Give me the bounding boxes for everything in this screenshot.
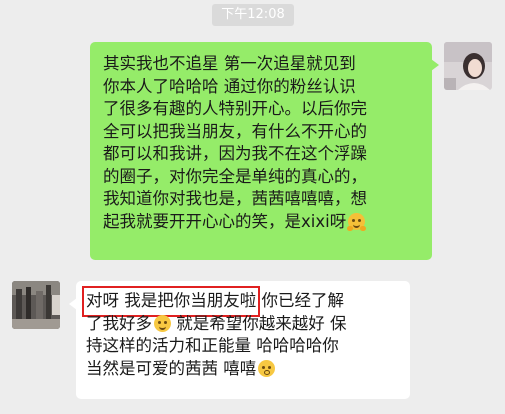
message-line: 持这样的活力和正能量 哈哈哈哈你 (86, 336, 339, 355)
message-timestamp: 下午12:08 (212, 4, 294, 26)
outgoing-message-bubble[interactable]: 其实我也不追星 第一次追星就见到 你本人了哈哈哈 通过你的粉丝认识 了很多有趣的… (90, 42, 439, 260)
message-line: 我知道你对我也是，茜茜嘻嘻嘻，想 (103, 189, 367, 208)
highlighted-text: 对呀 我是把你当朋友啦 (81, 286, 261, 317)
my-avatar[interactable] (444, 42, 492, 90)
hugging-face-icon (347, 212, 367, 231)
message-line-last: 起我就要开开心心的笑，是xixi呀 (103, 211, 418, 234)
contact-avatar[interactable] (12, 281, 60, 329)
message-line: 的圈子，对你完全是单纯的真心的， (103, 166, 367, 186)
message-line: 全可以把我当朋友，有什么不开心的 (103, 121, 367, 141)
message-line-text: 了我好多 (86, 313, 152, 333)
message-line-text: 就是希望你越来越好 保 (176, 313, 347, 333)
shy-face-icon (258, 359, 276, 377)
incoming-message-bubble[interactable]: 对呀 我是把你当朋友啦 你已经了解 了我好多 就是希望你越来越好 保 持这样的活… (69, 281, 410, 399)
message-line: 其实我也不追星 第一次追星就见到 (103, 54, 356, 73)
message-line: 对呀 我是把你当朋友啦 你已经了解 (81, 286, 398, 317)
message-line: 了我好多 就是希望你越来越好 保 (86, 313, 398, 336)
smiling-face-icon (154, 314, 171, 332)
message-line: 了很多有趣的人特别开心。以后你完 (103, 99, 367, 118)
message-line: 当然是可爱的茜茜 嘻嘻 (86, 358, 398, 381)
message-line: 你本人了哈哈哈 通过你的粉丝认识 (103, 76, 356, 96)
message-line-text: 当然是可爱的茜茜 嘻嘻 (86, 358, 257, 378)
message-line: 都可以和我讲，因为我不在这个浮躁 (103, 144, 367, 163)
message-line-text: 起我就要开开心心的笑，是xixi呀 (103, 211, 347, 231)
message-line-text: 你已经了解 (261, 291, 345, 310)
